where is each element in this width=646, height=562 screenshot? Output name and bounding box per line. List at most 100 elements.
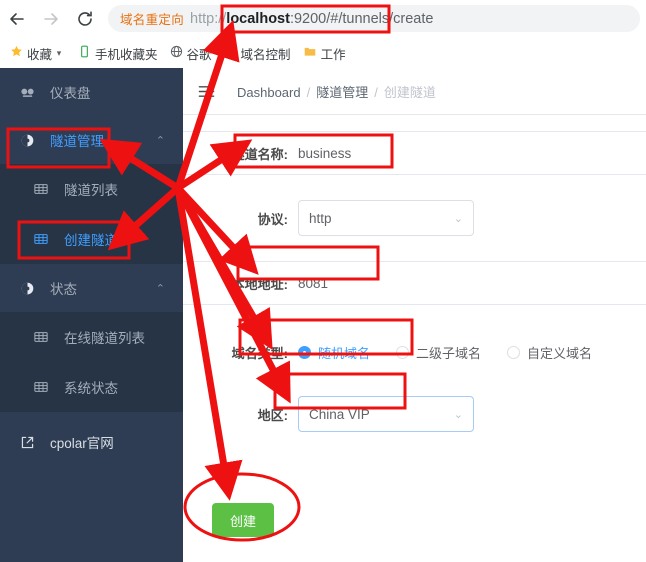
radio-dot-icon [396, 345, 410, 359]
browser-chrome: 域名重定向 http://localhost:9200/#/tunnels/cr… [0, 0, 646, 68]
radio-subdomain[interactable]: 二级子域名 [396, 343, 481, 362]
bookmark-item[interactable]: 手机收藏夹 [72, 41, 164, 65]
omnibox-redirect-badge: 域名重定向 [120, 13, 185, 27]
protocol-label: 协议: [257, 211, 288, 227]
circle-icon [224, 45, 237, 61]
grid-icon [34, 232, 56, 246]
form-row-submit: 创建 [183, 500, 646, 540]
radio-label: 二级子域名 [416, 345, 482, 361]
sidebar-item-online-tunnel-list[interactable]: 在线隧道列表 [0, 312, 183, 362]
reload-icon[interactable] [68, 2, 102, 36]
protocol-select[interactable]: http ⌄ [298, 200, 474, 236]
sidebar-item-status[interactable]: 状态 ⌃ [0, 264, 183, 312]
tunnel-name-label: 隧道名称: [231, 146, 288, 162]
sidebar-item-system-status[interactable]: 系统状态 [0, 362, 183, 412]
back-arrow-icon[interactable] [0, 2, 34, 36]
browser-toolbar: 域名重定向 http://localhost:9200/#/tunnels/cr… [0, 0, 646, 38]
tunnel-name-input[interactable]: business [298, 146, 351, 161]
bookmark-label: 域名控制 [240, 47, 291, 62]
bookmark-label: 工作 [320, 47, 346, 62]
chevron-down-icon[interactable]: ▾ [52, 48, 66, 59]
region-select[interactable]: China VIP ⌄ [298, 396, 474, 432]
star-icon [10, 45, 23, 61]
form-row-domain-type: 域名类型: 随机域名 二级子域名 自定义域名 [183, 335, 646, 369]
breadcrumb-root[interactable]: Dashboard [237, 85, 301, 100]
chevron-down-icon: ⌄ [453, 212, 463, 225]
sidebar-submenu-tunnel: 隧道列表 创建隧道 [0, 164, 183, 264]
form-gap [183, 241, 646, 261]
address-bar[interactable]: 域名重定向 http://localhost:9200/#/tunnels/cr… [108, 5, 640, 32]
form-gap [183, 175, 646, 195]
bookmark-label: 收藏 [27, 47, 53, 62]
region-label: 地区: [257, 407, 288, 423]
omnibox-url: http://localhost:9200/#/tunnels/create [190, 11, 433, 27]
breadcrumb-separator: / [306, 84, 311, 100]
sidebar-item-cpolar-website[interactable]: cpolar官网 [0, 418, 183, 466]
globe-icon [170, 45, 183, 61]
form-row-protocol: 协议: http ⌄ [183, 195, 646, 241]
bookmarks-bar: 收藏 ▾ 手机收藏夹 谷歌 域名控制 工作 [0, 38, 646, 68]
sidebar-item-tunnel-list[interactable]: 隧道列表 [0, 164, 183, 214]
bookmark-item[interactable]: 谷歌 [164, 41, 218, 65]
external-link-icon [20, 435, 42, 450]
form-gap [183, 305, 646, 335]
phone-icon [78, 45, 91, 61]
form-gap [183, 369, 646, 391]
sidebar-item-label: 隧道列表 [64, 183, 118, 198]
sidebar-item-label: 仪表盘 [50, 86, 91, 101]
tunnel-icon [20, 133, 42, 148]
folder-icon [303, 45, 317, 61]
form-top-gap [183, 115, 646, 131]
content-topbar: Dashboard / 隧道管理 / 创建隧道 [183, 68, 646, 115]
grid-icon [34, 182, 56, 196]
bookmark-item[interactable]: 域名控制 [218, 41, 297, 65]
form-row-region: 地区: China VIP ⌄ [183, 391, 646, 437]
radio-custom-domain[interactable]: 自定义域名 [507, 343, 592, 362]
chevron-up-icon: ⌃ [155, 282, 165, 295]
status-icon [20, 281, 42, 296]
breadcrumb-parent[interactable]: 隧道管理 [316, 85, 368, 100]
local-address-input[interactable]: 8081 [298, 276, 328, 291]
breadcrumb-current: 创建隧道 [383, 84, 436, 100]
radio-label: 随机域名 [318, 345, 371, 361]
url-rest: :9200/#/tunnels/create [289, 10, 434, 27]
collapse-menu-icon[interactable] [195, 83, 217, 100]
sidebar-item-create-tunnel[interactable]: 创建隧道 [0, 214, 183, 264]
url-host: localhost [226, 10, 290, 27]
url-scheme: http:// [190, 10, 227, 27]
sidebar-item-label: 隧道管理 [50, 134, 104, 149]
domain-type-label: 域名类型: [231, 345, 288, 361]
bookmark-item[interactable]: 工作 [297, 41, 352, 65]
main-content: Dashboard / 隧道管理 / 创建隧道 隧道名称: business 协议: h… [183, 68, 646, 562]
screenshot-root: 域名重定向 http://localhost:9200/#/tunnels/cr… [0, 0, 646, 562]
sidebar-item-label: 状态 [50, 282, 77, 297]
sidebar-item-dashboard[interactable]: 仪表盘 [0, 68, 183, 116]
form-gap [183, 437, 646, 500]
dashboard-icon [20, 85, 42, 100]
radio-random-domain[interactable]: 随机域名 [298, 343, 370, 362]
bookmark-item[interactable]: 收藏 ▾ [4, 41, 72, 65]
protocol-value: http [309, 210, 332, 226]
radio-dot-icon [507, 345, 521, 359]
bookmark-label: 谷歌 [186, 47, 212, 62]
form-row-local-address: 本地地址: 8081 [183, 261, 646, 305]
radio-dot-icon [298, 345, 311, 359]
chevron-down-icon: ⌄ [453, 408, 463, 421]
breadcrumb: Dashboard / 隧道管理 / 创建隧道 [237, 82, 436, 101]
breadcrumb-separator: / [374, 84, 378, 100]
grid-icon [34, 330, 56, 344]
app-sidebar: 仪表盘 隧道管理 ⌃ 隧道列表 创建隧道 状态 ⌃ 在线隧道列表 系统状态 cp… [0, 68, 183, 562]
sidebar-item-tunnel-management[interactable]: 隧道管理 ⌃ [0, 116, 183, 164]
sidebar-item-label: 系统状态 [64, 381, 118, 396]
sidebar-item-label: cpolar官网 [50, 436, 114, 451]
local-address-label: 本地地址: [231, 276, 288, 292]
sidebar-submenu-status: 在线隧道列表 系统状态 [0, 312, 183, 412]
domain-type-radio-group: 随机域名 二级子域名 自定义域名 [298, 343, 618, 362]
grid-icon [34, 380, 56, 394]
sidebar-item-label: 在线隧道列表 [64, 331, 145, 346]
chevron-up-icon: ⌃ [155, 134, 165, 147]
forward-arrow-icon[interactable] [34, 2, 68, 36]
create-tunnel-form: 隧道名称: business 协议: http ⌄ 本地地址: 8081 域名类… [183, 115, 646, 540]
create-button[interactable]: 创建 [212, 503, 274, 537]
radio-label: 自定义域名 [527, 345, 593, 361]
